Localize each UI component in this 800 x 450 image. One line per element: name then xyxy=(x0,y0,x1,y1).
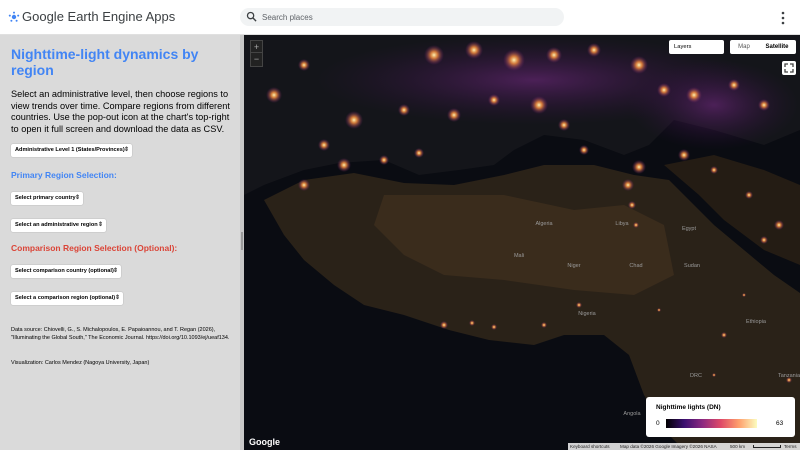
legend-title: Nighttime lights (DN) xyxy=(656,404,721,411)
primary-country-select-value: Select primary country xyxy=(15,195,76,201)
comparison-region-select-value: Select a comparison region (optional) xyxy=(15,295,116,301)
map-label-libya: Libya xyxy=(615,221,629,227)
select-arrow-icon: ⇕ xyxy=(123,147,129,153)
comparison-country-select-value: Select comparison country (optional) xyxy=(15,268,114,274)
left-panel: Nighttime-light dynamics by region Selec… xyxy=(0,35,240,450)
map-label-sudan: Sudan xyxy=(684,263,700,269)
map-label-mali: Mali xyxy=(514,253,524,259)
google-logo[interactable]: Google xyxy=(249,437,280,447)
fullscreen-button[interactable] xyxy=(782,61,796,75)
select-arrow-icon: ⇕ xyxy=(74,195,80,201)
panel-intro: Select an administrative level, then cho… xyxy=(11,89,230,134)
legend-min-label: 0 xyxy=(656,420,660,427)
map-label-algeria: Algeria xyxy=(535,221,553,227)
zoom-control: + − xyxy=(250,40,263,67)
comparison-region-heading: Comparison Region Selection (Optional): xyxy=(11,243,178,253)
terms-link[interactable]: Terms xyxy=(784,443,797,450)
map-label-chad: Chad xyxy=(629,263,642,269)
map-type-control: Map Satellite xyxy=(730,40,796,54)
layers-button[interactable]: Layers xyxy=(669,40,724,54)
scale-bar xyxy=(753,445,781,448)
earth-engine-logo-icon xyxy=(8,11,20,22)
scale-label[interactable]: 500 km xyxy=(730,443,745,450)
data-source-note: Data source: Chiovelli, G., S. Michalopo… xyxy=(11,327,230,341)
visualization-credit: Visualization: Carlos Mendez (Nagoya Uni… xyxy=(11,360,150,366)
map-legend: Nighttime lights (DN) 0 63 xyxy=(646,397,795,437)
turkey-light-haze xyxy=(629,60,799,150)
map-label-ethiopia: Ethiopia xyxy=(746,319,767,325)
primary-country-select[interactable]: Select primary country ⇕ xyxy=(11,192,83,205)
splitter-handle-icon[interactable] xyxy=(241,232,243,250)
app-title[interactable]: Google Earth Engine Apps xyxy=(22,9,175,24)
map-type-satellite-button[interactable]: Satellite xyxy=(758,40,796,54)
map-data-attribution: Map data ©2026 Google Imagery ©2026 NASA xyxy=(620,444,717,449)
admin-level-select-value: Administrative Level 1 (States/Provinces… xyxy=(15,147,125,153)
select-arrow-icon: ⇕ xyxy=(114,295,120,301)
search-icon xyxy=(246,11,257,22)
select-arrow-icon: ⇕ xyxy=(97,222,103,228)
primary-region-select[interactable]: Select an administrative region ⇕ xyxy=(11,219,106,232)
map-view[interactable]: Niger Chad Sudan Mali Nigeria Ethiopia DRC Tanz… xyxy=(244,35,800,450)
search-box[interactable] xyxy=(240,8,564,26)
comparison-region-select[interactable]: Select a comparison region (optional) ⇕ xyxy=(11,292,123,305)
primary-region-heading: Primary Region Selection: xyxy=(11,170,117,180)
map-label-drc: DRC xyxy=(690,373,702,379)
satellite-nightlights-map[interactable]: Niger Chad Sudan Mali Nigeria Ethiopia DRC Tanz… xyxy=(244,35,800,450)
more-vert-icon[interactable] xyxy=(781,11,785,25)
search-input[interactable] xyxy=(262,9,552,25)
comparison-country-select[interactable]: Select comparison country (optional) ⇕ xyxy=(11,265,121,278)
keyboard-shortcuts-link[interactable]: Keyboard shortcuts xyxy=(570,443,610,450)
panel-title: Nighttime-light dynamics by region xyxy=(11,46,199,78)
map-label-nigeria: Nigeria xyxy=(578,311,596,317)
fullscreen-icon xyxy=(784,63,794,73)
map-label-egypt: Egypt xyxy=(682,226,697,232)
primary-region-select-value: Select an administrative region xyxy=(15,222,98,228)
map-label-niger: Niger xyxy=(567,263,580,269)
legend-color-ramp xyxy=(666,419,757,428)
map-label-angola: Angola xyxy=(623,411,641,417)
map-label-tanzania: Tanzania xyxy=(778,373,800,379)
map-attribution-bar: Keyboard shortcuts Map data ©2026 Google… xyxy=(568,443,800,450)
map-type-map-button[interactable]: Map xyxy=(730,40,758,54)
admin-level-select[interactable]: Administrative Level 1 (States/Provinces… xyxy=(11,144,132,157)
top-bar: Google Earth Engine Apps xyxy=(0,0,800,35)
legend-max-label: 63 xyxy=(776,420,784,427)
select-arrow-icon: ⇕ xyxy=(112,268,118,274)
zoom-out-button[interactable]: − xyxy=(251,53,262,65)
zoom-in-button[interactable]: + xyxy=(251,41,262,53)
